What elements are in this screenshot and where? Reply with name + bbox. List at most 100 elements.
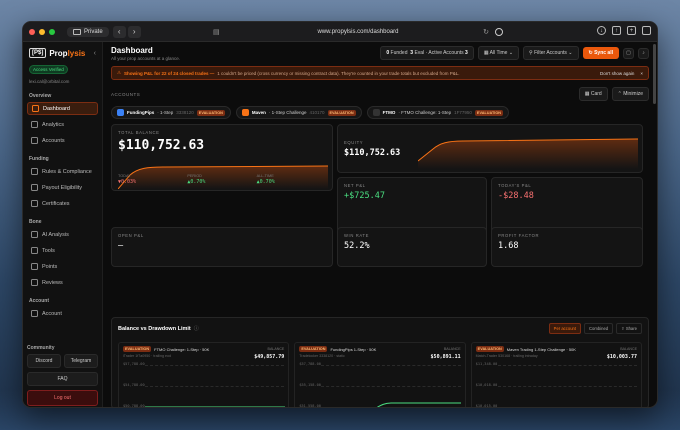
- payout-icon: [31, 184, 38, 191]
- open-pl-value: —: [118, 241, 124, 251]
- sparkle-icon: [31, 231, 38, 238]
- ftmo-logo-icon: [372, 109, 380, 116]
- main-content: Dashboard All your prop accounts at a gl…: [103, 42, 657, 408]
- forward-button[interactable]: ›: [127, 25, 141, 38]
- sidebar-item-ai-analysis[interactable]: AI Analysis: [27, 228, 98, 241]
- win-rate-value: 52.2%: [344, 241, 370, 251]
- account-pill-maven[interactable]: Maven · 1-Step Challenge 410170 EVALUATIO…: [235, 106, 362, 119]
- share-icon[interactable]: ↑: [612, 26, 621, 35]
- user-email: lexi.cal@orbital.com: [29, 79, 70, 84]
- logo[interactable]: [P$] Proplysis ‹: [27, 48, 98, 58]
- minimize-button[interactable]: ⌃ Minimize: [611, 87, 649, 101]
- fundingpips-balance-line: [377, 402, 462, 407]
- info-icon[interactable]: ⓘ: [194, 325, 199, 332]
- bell-icon[interactable]: ♪: [638, 47, 649, 59]
- evaluation-badge: EVALUATION: [196, 109, 225, 116]
- todays-pl-value: -$28.48: [498, 191, 534, 201]
- sidebar-item-points[interactable]: Points: [27, 260, 98, 273]
- net-pl-value: +$725.47: [344, 191, 385, 201]
- sidebar-item-dashboard[interactable]: Dashboard: [27, 102, 98, 115]
- equity-card: EQUITY $110,752.63: [337, 124, 643, 173]
- time-filter-dropdown[interactable]: ▦ All Time ⌄: [477, 46, 520, 60]
- account-pill-ftmo[interactable]: FTMO · FTMO Challenge: 1-Step 1F77950 EVA…: [366, 106, 510, 119]
- page-header: Dashboard All your prop accounts at a gl…: [111, 46, 649, 61]
- back-button[interactable]: ‹: [112, 25, 126, 38]
- maximize-window-button[interactable]: [49, 28, 55, 35]
- ftmo-balance-line: [145, 406, 285, 407]
- sync-all-button[interactable]: ↻ Sync all: [582, 47, 619, 59]
- total-balance-value: $110,752.63: [118, 138, 205, 153]
- section-bone: Bone: [29, 219, 42, 225]
- evaluation-badge: EVALUATION: [475, 346, 504, 352]
- browser-window: Private ‹ › ▤ www.propylsis.com/dashboar…: [22, 21, 658, 408]
- private-label: Private: [84, 28, 103, 35]
- warning-text: 1 couldn't be priced (cross currency or …: [217, 70, 460, 76]
- win-rate-card: WIN RATE 52.2%: [337, 227, 487, 267]
- balance-drawdown-section: Balance vs Drawdown Limit ⓘ Per account …: [111, 317, 649, 408]
- section-account: Account: [29, 298, 49, 304]
- tabs-overview-icon[interactable]: [642, 26, 651, 35]
- sidebar-item-reviews[interactable]: Reviews: [27, 276, 98, 289]
- open-pl-card: OPEN P&L —: [111, 227, 333, 267]
- rules-icon: [31, 168, 38, 175]
- new-tab-icon[interactable]: +: [627, 26, 636, 35]
- close-warning-icon[interactable]: ×: [640, 71, 643, 76]
- section-overview: Overview: [29, 93, 52, 99]
- account-pill-fundingpips[interactable]: FundingPips · 1-Step 3338120 EVALUATION: [111, 106, 231, 119]
- minimize-window-button[interactable]: [39, 28, 45, 35]
- logo-text: Proplysis: [49, 48, 86, 58]
- evaluation-badge: EVALUATION: [123, 346, 152, 352]
- sidebar-item-tools[interactable]: Tools: [27, 244, 98, 257]
- evaluation-badge: EVALUATION: [299, 346, 328, 352]
- address-bar[interactable]: ▤ www.propylsis.com/dashboard ↻: [213, 26, 503, 38]
- sidebar: [P$] Proplysis ‹ Access Verified lexi.ca…: [23, 42, 103, 407]
- account-filter-dropdown[interactable]: ⚲ Filter Accounts ⌄: [523, 46, 579, 60]
- bdl-panel-maven: EVALUATION Maven Trading 1-Step Challenge…: [470, 342, 642, 408]
- reviews-icon: [31, 279, 38, 286]
- sidebar-item-rules[interactable]: Rules & Compliance: [27, 165, 98, 178]
- telegram-button[interactable]: Telegram: [64, 354, 98, 368]
- warning-banner: ⚠ Showing P&L for 22 of 24 closed trades…: [111, 66, 649, 80]
- reload-icon[interactable]: ↻: [483, 28, 489, 36]
- sidebar-item-payout[interactable]: Payout Eligibility: [27, 181, 98, 194]
- net-pl-card: NET P&L +$725.47: [337, 177, 487, 234]
- faq-button[interactable]: FAQ: [27, 372, 98, 386]
- sidebar-item-certificates[interactable]: Certificates: [27, 197, 98, 210]
- sidebar-item-analytics[interactable]: Analytics: [27, 118, 98, 131]
- logout-button[interactable]: Log out: [27, 390, 98, 406]
- scrollbar[interactable]: [653, 44, 656, 104]
- discord-button[interactable]: Discord: [27, 354, 61, 368]
- private-tab-button[interactable]: Private: [67, 26, 109, 37]
- fundingpips-logo-icon: [117, 109, 124, 116]
- tools-icon: [31, 247, 38, 254]
- analytics-icon: [31, 121, 38, 128]
- points-icon: [31, 263, 38, 270]
- bdl-title: Balance vs Drawdown Limit: [118, 325, 191, 332]
- collapse-sidebar-icon[interactable]: ‹: [94, 50, 96, 57]
- account-counts: 0 Funded 3 Eval · Active Accounts 3: [380, 46, 474, 60]
- chat-icon[interactable]: ▢: [623, 47, 634, 59]
- profit-factor-value: 1.68: [498, 241, 519, 251]
- maven-balance-line: [498, 401, 638, 408]
- page-icon: ▤: [213, 29, 220, 36]
- card-view-button[interactable]: ▦ Card: [578, 87, 608, 101]
- tab-combined[interactable]: Combined: [584, 323, 614, 334]
- tab-per-account[interactable]: Per account: [548, 323, 582, 334]
- logo-mark: [P$]: [29, 48, 47, 58]
- verified-badge: Access Verified: [29, 65, 68, 74]
- close-window-button[interactable]: [29, 28, 35, 35]
- shield-icon[interactable]: [495, 28, 503, 36]
- community-section: Community Discord Telegram FAQ Log out: [27, 345, 98, 406]
- maven-logo-icon: [241, 109, 249, 116]
- warning-icon: ⚠: [117, 70, 122, 75]
- user-icon: [31, 310, 38, 317]
- share-button[interactable]: ⇪ Share: [616, 323, 642, 334]
- dont-show-again-button[interactable]: Don't show again: [600, 71, 634, 76]
- community-label: Community: [27, 345, 55, 351]
- bdl-panel-fundingpips: EVALUATION FundingPips 1-Step · 50K BALANC…: [294, 342, 466, 407]
- sidebar-item-account[interactable]: Account: [27, 307, 98, 320]
- sidebar-item-accounts[interactable]: Accounts: [27, 134, 98, 147]
- todays-pl-card: TODAY'S P&L -$28.48: [491, 177, 643, 234]
- profit-factor-card: PROFIT FACTOR 1.68: [491, 227, 643, 267]
- download-icon[interactable]: ↓: [597, 26, 606, 35]
